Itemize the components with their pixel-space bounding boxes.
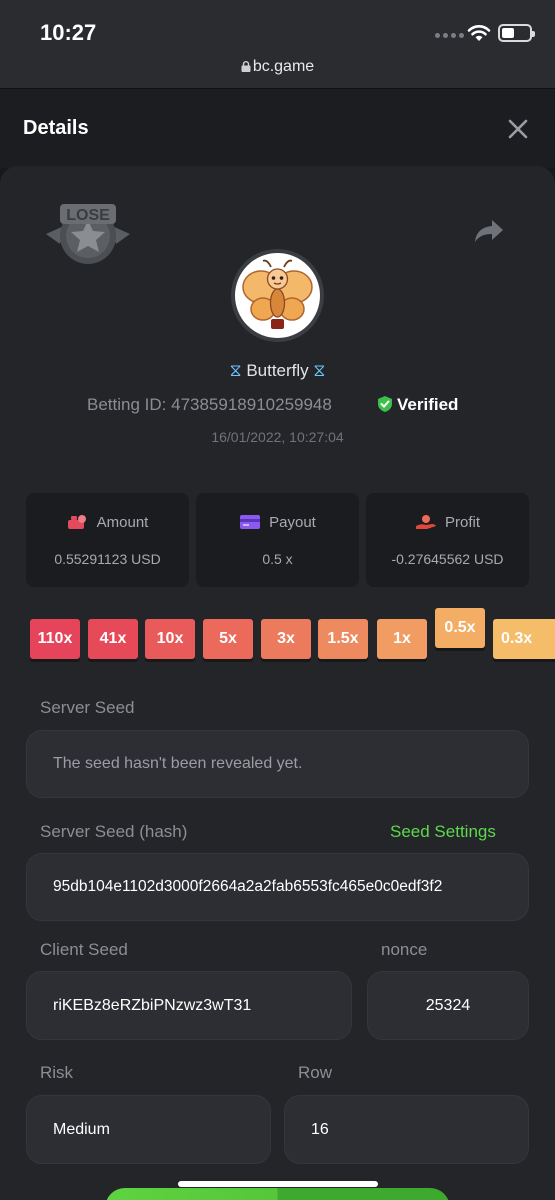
amount-icon xyxy=(67,515,86,529)
client-seed-field[interactable]: riKEBz8eRZbiPNzwz3wT31 xyxy=(26,971,352,1040)
url-text: bc.game xyxy=(252,58,315,75)
address-bar[interactable]: bc.game xyxy=(0,58,555,76)
butterfly-emoji-icon: ⧖ xyxy=(229,361,242,380)
row-field[interactable]: 16 xyxy=(284,1095,529,1164)
multiplier-chip: 1x xyxy=(377,619,427,659)
multiplier-chip-active: 0.5x xyxy=(435,608,485,648)
cellular-signal-icon xyxy=(435,33,464,38)
multiplier-chip: 41x xyxy=(88,619,138,659)
nonce-field[interactable]: 25324 xyxy=(367,971,529,1040)
seed-settings-link[interactable]: Seed Settings xyxy=(390,822,496,842)
profit-hand-coin-icon xyxy=(415,515,436,529)
butterfly-character-icon xyxy=(242,259,313,329)
lose-badge-icon: LOSE xyxy=(46,204,130,264)
stat-payout: Payout 0.5 x xyxy=(196,493,359,587)
multiplier-chip: 110x xyxy=(30,619,80,659)
profit-label: Profit xyxy=(444,514,480,531)
bet-datetime: 16/01/2022, 10:27:04 xyxy=(211,429,344,445)
server-seed-hash-label: Server Seed (hash) xyxy=(40,822,188,841)
modal-title: Details xyxy=(23,117,89,139)
server-seed-hash-field[interactable]: 95db104e1102d3000f2664a2a2fab6553fc465e0… xyxy=(26,853,529,921)
nonce-label: nonce xyxy=(381,940,428,959)
bottom-action-button[interactable] xyxy=(105,1188,450,1200)
stat-profit: Profit -0.27645562 USD xyxy=(366,493,529,587)
close-icon[interactable] xyxy=(506,117,530,141)
lock-icon xyxy=(241,61,251,72)
game-name-text: Butterfly xyxy=(246,361,309,380)
butterfly-emoji-icon: ⧖ xyxy=(313,361,326,380)
verified-label: Verified xyxy=(397,395,459,414)
verified-badge[interactable]: Verified xyxy=(376,395,458,415)
payout-card-icon xyxy=(240,515,261,529)
server-seed-field[interactable]: The seed hasn't been revealed yet. xyxy=(26,730,529,798)
stat-amount: Amount 0.55291123 USD xyxy=(26,493,189,587)
verified-shield-icon xyxy=(378,396,392,412)
multiplier-chip: 5x xyxy=(203,619,253,659)
game-name: ⧖ Butterfly ⧖ xyxy=(0,361,555,381)
game-avatar xyxy=(231,249,324,342)
risk-label: Risk xyxy=(40,1063,74,1082)
share-icon[interactable] xyxy=(474,218,504,244)
status-bar: 10:27 bc.game xyxy=(0,0,555,88)
profit-value: -0.27645562 USD xyxy=(391,551,504,567)
multiplier-chip: 3x xyxy=(261,619,311,659)
multiplier-chip: 1.5x xyxy=(318,619,368,659)
battery-icon xyxy=(498,24,535,42)
risk-field[interactable]: Medium xyxy=(26,1095,271,1164)
betting-id-label: Betting ID: xyxy=(87,395,167,414)
lose-badge-text: LOSE xyxy=(66,207,110,224)
amount-value: 0.55291123 USD xyxy=(54,551,161,567)
betting-id-row: Betting ID: 47385918910259948 xyxy=(87,395,332,417)
status-time: 10:27 xyxy=(40,20,97,45)
payout-value: 0.5 x xyxy=(262,551,293,567)
multiplier-chip: 10x xyxy=(145,619,195,659)
payout-label: Payout xyxy=(269,514,316,531)
client-seed-label: Client Seed xyxy=(40,940,128,959)
amount-label: Amount xyxy=(96,514,149,531)
modal-header: Details xyxy=(0,88,555,168)
betting-id-value[interactable]: 47385918910259948 xyxy=(171,395,332,414)
server-seed-label: Server Seed xyxy=(40,698,135,717)
wifi-icon xyxy=(467,25,491,41)
row-label: Row xyxy=(298,1063,333,1082)
home-indicator[interactable] xyxy=(178,1181,378,1187)
multiplier-chip: 0.3x xyxy=(493,619,555,659)
